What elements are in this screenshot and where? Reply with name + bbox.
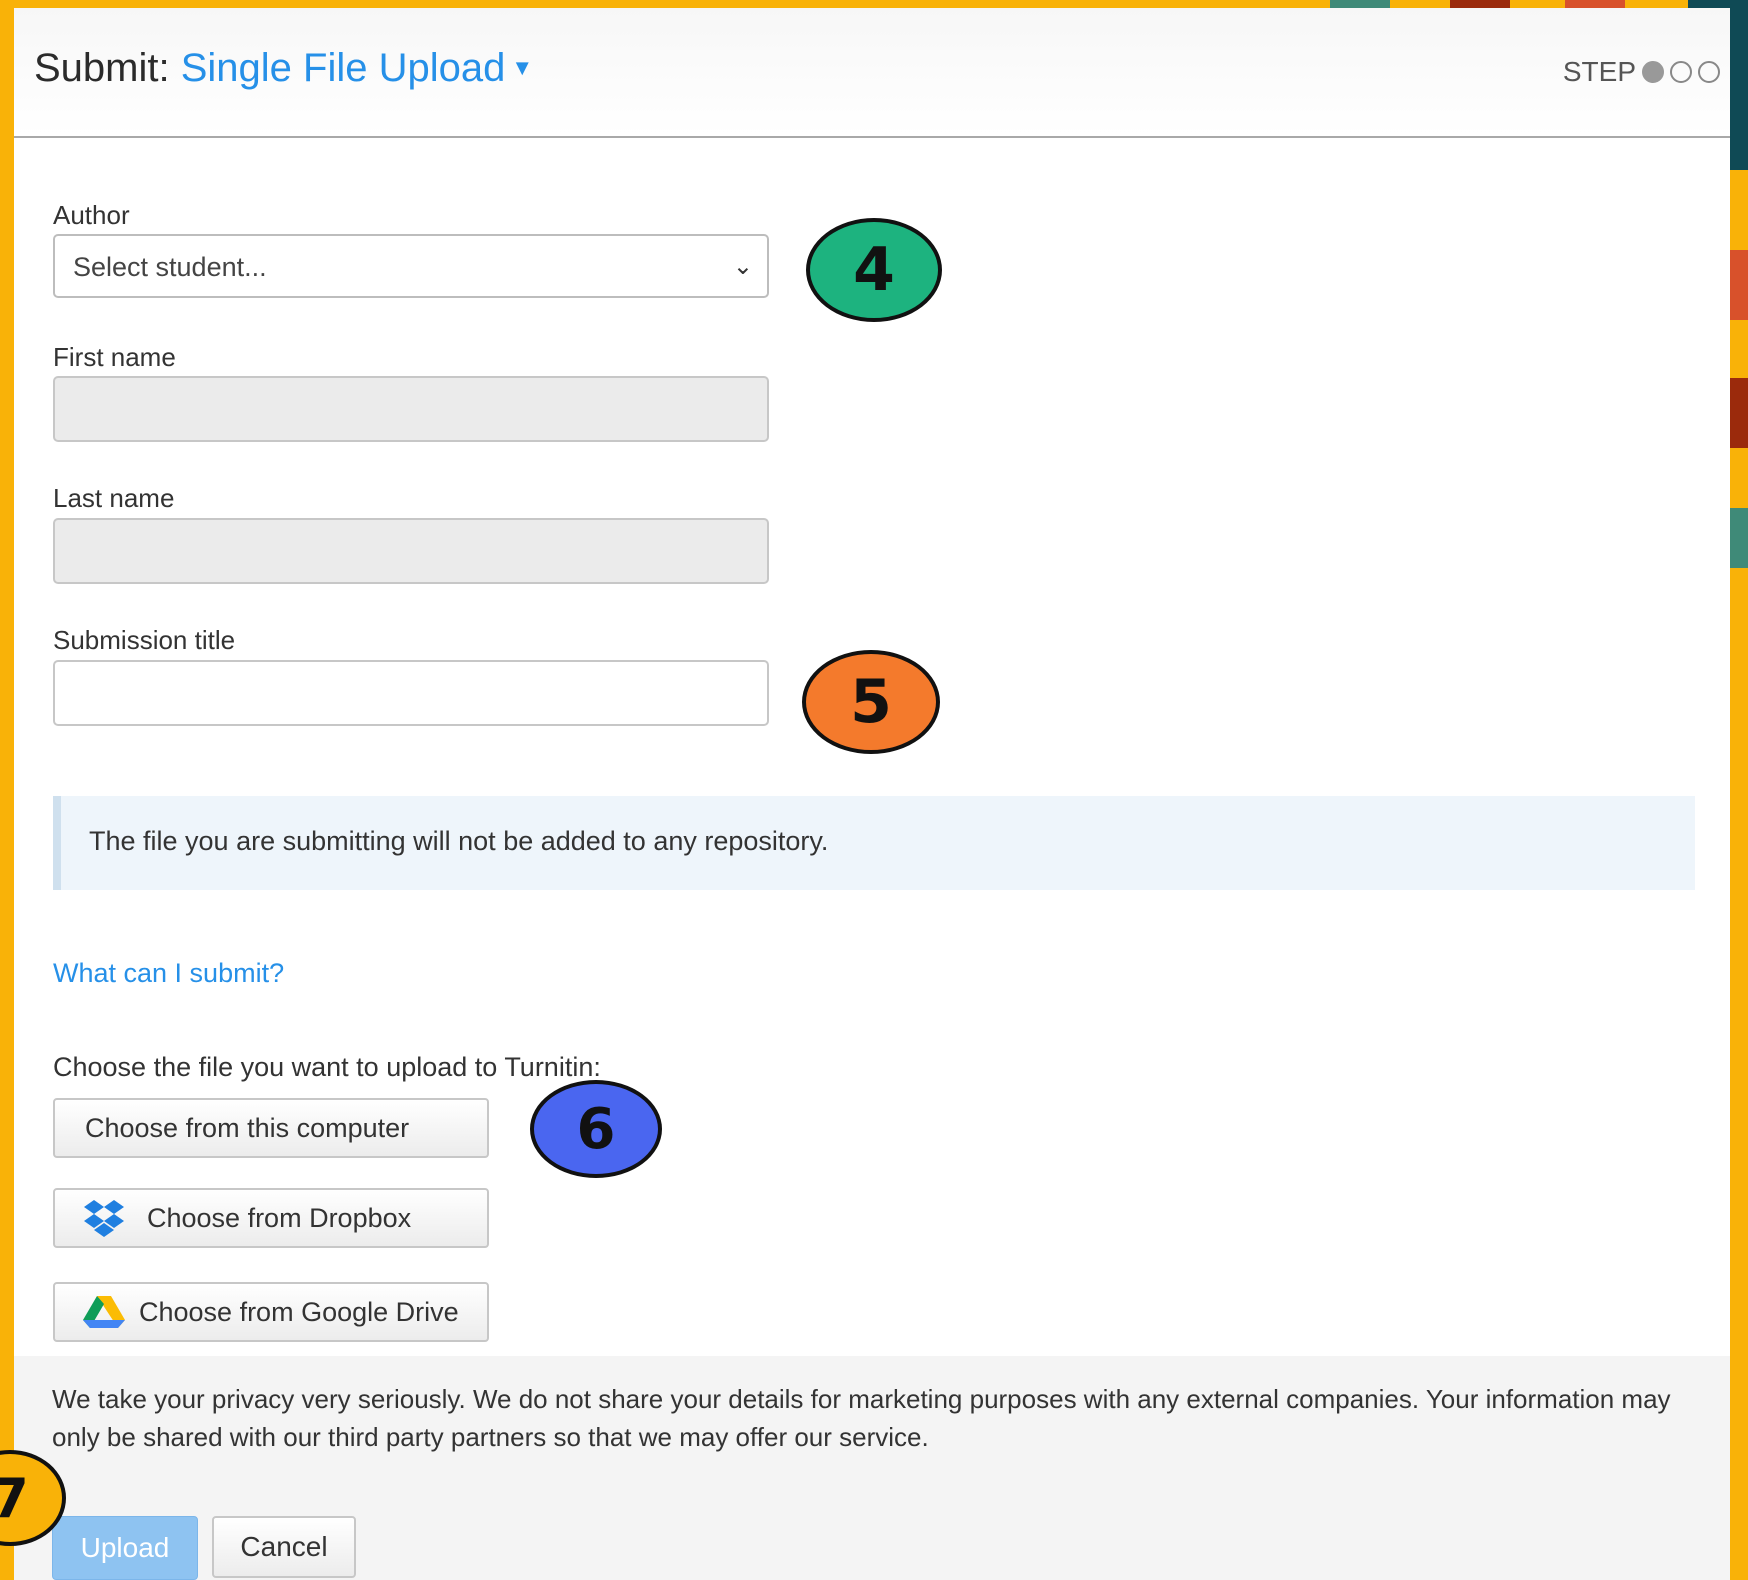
first-name-field xyxy=(53,376,769,442)
upload-dialog: Submit: Single File Upload ▼ STEP Author … xyxy=(14,8,1730,1580)
caret-down-icon[interactable]: ▼ xyxy=(511,55,533,80)
privacy-notice: We take your privacy very seriously. We … xyxy=(52,1384,1671,1452)
decor-stripe xyxy=(1730,378,1748,448)
choose-from-computer-button[interactable]: Choose from this computer xyxy=(53,1098,489,1158)
author-select-value: Select student... xyxy=(73,252,267,282)
annotation-badge-5: 5 xyxy=(802,650,940,754)
decor-stripe xyxy=(1730,0,1748,170)
repository-info-message: The file you are submitting will not be … xyxy=(53,796,1695,890)
title-prefix: Submit: xyxy=(34,46,170,90)
choose-from-dropbox-label: Choose from Dropbox xyxy=(147,1202,412,1233)
dropbox-icon xyxy=(84,1200,124,1237)
chevron-down-icon: ⌄ xyxy=(732,253,753,280)
upload-type-dropdown[interactable]: Single File Upload xyxy=(181,46,506,90)
dialog-title: Submit: Single File Upload ▼ xyxy=(34,46,533,91)
choose-from-computer-label: Choose from this computer xyxy=(85,1112,410,1143)
google-drive-icon xyxy=(83,1296,125,1328)
choose-from-google-drive-button[interactable]: Choose from Google Drive xyxy=(53,1282,489,1342)
annotation-badge-4: 4 xyxy=(806,218,942,322)
upload-button[interactable]: Upload xyxy=(52,1516,198,1580)
step-label: STEP xyxy=(1562,56,1636,87)
annotation-badge-6: 6 xyxy=(530,1080,662,1178)
submission-title-input[interactable] xyxy=(53,660,769,726)
last-name-field xyxy=(53,518,769,584)
author-select[interactable]: Select student... ⌄ xyxy=(53,234,769,298)
choose-file-label: Choose the file you want to upload to Tu… xyxy=(53,1052,601,1082)
last-name-label: Last name xyxy=(53,483,175,513)
decor-stripe xyxy=(1730,250,1748,320)
decor-stripe xyxy=(1565,0,1625,8)
submission-title-label: Submission title xyxy=(53,625,236,655)
decor-stripe xyxy=(1330,0,1390,8)
choose-from-dropbox-button[interactable]: Choose from Dropbox xyxy=(53,1188,489,1248)
what-can-i-submit-link[interactable]: What can I submit? xyxy=(53,958,284,989)
dialog-header: Submit: Single File Upload ▼ STEP xyxy=(14,8,1730,138)
decor-stripe xyxy=(1730,508,1748,568)
choose-from-google-drive-label: Choose from Google Drive xyxy=(139,1296,459,1327)
dialog-footer: We take your privacy very seriously. We … xyxy=(14,1356,1730,1580)
step-dot-1 xyxy=(1642,61,1664,83)
author-label: Author xyxy=(53,200,130,230)
step-dot-3 xyxy=(1698,61,1720,83)
step-indicator: STEP xyxy=(1563,56,1720,88)
step-dot-2 xyxy=(1670,61,1692,83)
decor-stripe xyxy=(1450,0,1510,8)
first-name-label: First name xyxy=(53,342,176,372)
cancel-button[interactable]: Cancel xyxy=(212,1516,356,1578)
